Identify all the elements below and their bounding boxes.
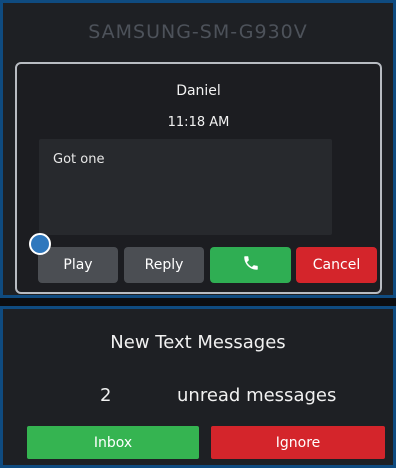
message-text: Got one	[53, 152, 105, 167]
device-title: SAMSUNG-SM-G930V	[88, 21, 308, 43]
ignore-button[interactable]: Ignore	[211, 426, 385, 459]
unread-label: unread messages	[177, 385, 337, 406]
inbox-button-label: Inbox	[93, 434, 133, 451]
unread-panel: New Text Messages 2 unread messages Inbo…	[0, 306, 396, 468]
cursor-indicator	[29, 233, 51, 255]
message-body: Got one	[39, 139, 332, 235]
unread-panel-title: New Text Messages	[110, 332, 286, 353]
cancel-button-label: Cancel	[312, 257, 361, 273]
inbox-button[interactable]: Inbox	[27, 426, 199, 459]
reply-button-label: Reply	[144, 257, 184, 273]
message-panel: SAMSUNG-SM-G930V Daniel 11:18 AM Got one…	[0, 0, 396, 298]
message-card: Daniel 11:18 AM Got one Play Reply Cance…	[15, 62, 382, 294]
ignore-button-label: Ignore	[275, 434, 321, 451]
sender-name: Daniel	[176, 83, 221, 99]
phone-icon	[242, 254, 260, 276]
play-button[interactable]: Play	[38, 247, 118, 283]
cancel-button[interactable]: Cancel	[296, 247, 377, 283]
call-button[interactable]	[210, 247, 291, 283]
unread-count: 2	[100, 385, 112, 406]
message-time: 11:18 AM	[167, 115, 230, 130]
reply-button[interactable]: Reply	[124, 247, 204, 283]
play-button-label: Play	[63, 257, 93, 273]
